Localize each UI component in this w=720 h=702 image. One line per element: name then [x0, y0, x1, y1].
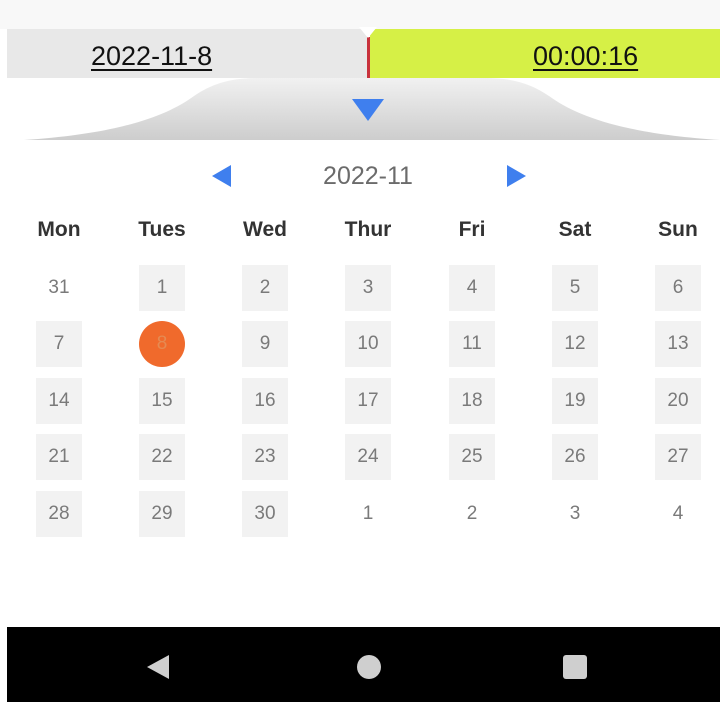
calendar-day[interactable]: 1: [345, 491, 391, 537]
system-navigation-bar: [7, 627, 720, 702]
calendar-day[interactable]: 18: [449, 378, 495, 424]
calendar-day[interactable]: 6: [655, 265, 701, 311]
calendar-grid: 31 1 2 3 4 5 6 7 8 9 10 11 12 13 14 15 16 17 18 19 20 21 22 23 2…: [0, 0, 720, 702]
calendar-day[interactable]: 16: [242, 378, 288, 424]
calendar-day[interactable]: 2: [449, 491, 495, 537]
calendar-day[interactable]: 17: [345, 378, 391, 424]
calendar-day[interactable]: 10: [345, 321, 391, 367]
calendar-day[interactable]: 25: [449, 434, 495, 480]
calendar-day[interactable]: 21: [36, 434, 82, 480]
calendar-day[interactable]: 29: [139, 491, 185, 537]
calendar-day[interactable]: 3: [345, 265, 391, 311]
nav-recents-icon[interactable]: [563, 655, 587, 679]
nav-back-icon[interactable]: [147, 655, 169, 679]
nav-home-icon[interactable]: [357, 655, 381, 679]
calendar-day[interactable]: 20: [655, 378, 701, 424]
calendar-day[interactable]: 2: [242, 265, 288, 311]
calendar-day[interactable]: 8: [139, 321, 185, 367]
calendar-day[interactable]: 1: [139, 265, 185, 311]
calendar-day[interactable]: 27: [655, 434, 701, 480]
calendar-day[interactable]: 28: [36, 491, 82, 537]
calendar-day[interactable]: 31: [36, 265, 82, 311]
calendar-day[interactable]: 14: [36, 378, 82, 424]
calendar-day[interactable]: 4: [655, 491, 701, 537]
calendar-day[interactable]: 5: [552, 265, 598, 311]
calendar-day[interactable]: 11: [449, 321, 495, 367]
calendar-day[interactable]: 24: [345, 434, 391, 480]
calendar-day[interactable]: 30: [242, 491, 288, 537]
calendar-day[interactable]: 4: [449, 265, 495, 311]
calendar-day[interactable]: 15: [139, 378, 185, 424]
calendar-day[interactable]: 23: [242, 434, 288, 480]
calendar-day[interactable]: 7: [36, 321, 82, 367]
calendar-day[interactable]: 12: [552, 321, 598, 367]
calendar-day[interactable]: 13: [655, 321, 701, 367]
calendar-day[interactable]: 26: [552, 434, 598, 480]
calendar-day[interactable]: 19: [552, 378, 598, 424]
calendar-day[interactable]: 22: [139, 434, 185, 480]
calendar-day[interactable]: 9: [242, 321, 288, 367]
calendar-day[interactable]: 3: [552, 491, 598, 537]
